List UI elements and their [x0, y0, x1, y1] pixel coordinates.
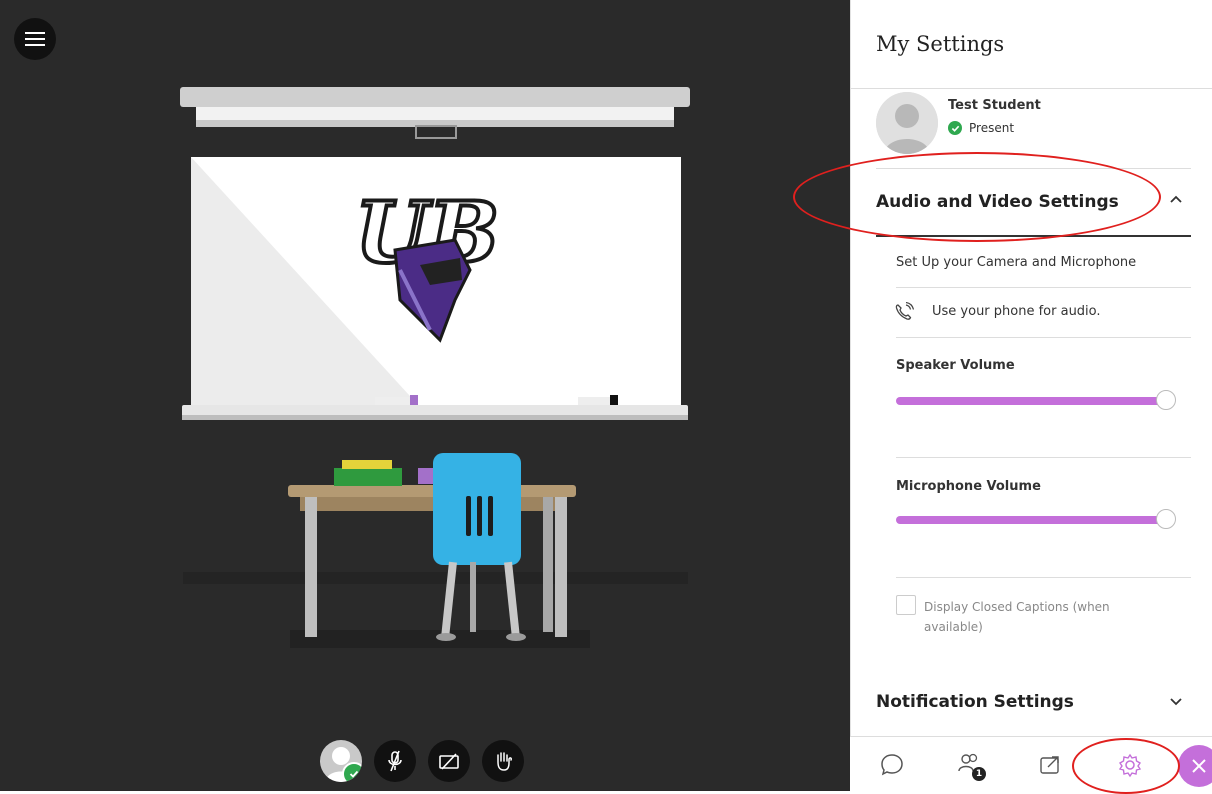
- chevron-down-icon[interactable]: [1169, 693, 1183, 712]
- notification-settings-header[interactable]: Notification Settings: [876, 692, 1074, 712]
- user-name: Test Student: [948, 98, 1041, 113]
- raise-hand-button[interactable]: [482, 740, 524, 782]
- speaker-volume-label: Speaker Volume: [896, 358, 1015, 373]
- divider: [896, 577, 1191, 578]
- close-panel-button[interactable]: [1178, 745, 1212, 787]
- main-stage: UB: [0, 0, 850, 791]
- microphone-volume-knob[interactable]: [1156, 509, 1176, 529]
- check-icon: [349, 770, 359, 778]
- session-controls: [320, 740, 524, 782]
- chevron-up-icon[interactable]: [1169, 192, 1183, 211]
- section-divider: [876, 235, 1191, 237]
- chat-icon: [881, 754, 903, 776]
- phone-icon: [894, 301, 915, 322]
- camera-off-icon: [439, 753, 459, 770]
- divider: [851, 88, 1212, 89]
- camera-button[interactable]: [428, 740, 470, 782]
- share-content-tab[interactable]: [1034, 749, 1066, 781]
- settings-panel: My Settings Test Student Present Audio a…: [850, 0, 1212, 791]
- panel-title: My Settings: [876, 32, 1005, 56]
- avatar: [876, 92, 938, 154]
- speaker-volume-fill: [896, 397, 1166, 405]
- user-icon: [876, 92, 938, 154]
- check-icon: [948, 121, 962, 135]
- closed-captions-checkbox[interactable]: [896, 595, 916, 615]
- microphone-muted-icon: [388, 750, 402, 772]
- speaker-volume-slider[interactable]: [896, 390, 1176, 412]
- chat-tab[interactable]: [876, 749, 908, 781]
- microphone-volume-label: Microphone Volume: [896, 479, 1041, 494]
- present-badge: [342, 762, 362, 782]
- attendees-tab[interactable]: 1: [954, 749, 986, 781]
- close-icon: [1192, 759, 1206, 773]
- hamburger-icon: [25, 32, 45, 46]
- classroom-illustration: UB: [180, 87, 690, 648]
- microphone-volume-fill: [896, 516, 1166, 524]
- microphone-volume-slider[interactable]: [896, 509, 1176, 531]
- raise-hand-icon: [497, 752, 512, 771]
- user-card: Test Student Present: [876, 92, 1041, 154]
- my-settings-tab[interactable]: [1114, 749, 1146, 781]
- collaborate-tabbar: 1: [850, 736, 1212, 792]
- microphone-button[interactable]: [374, 740, 416, 782]
- audio-video-settings-header[interactable]: Audio and Video Settings: [876, 192, 1119, 212]
- my-avatar-button[interactable]: [320, 740, 362, 782]
- divider: [896, 337, 1191, 338]
- closed-captions-label: Display Closed Captions (when available): [924, 600, 1110, 634]
- session-menu-button[interactable]: [14, 18, 56, 60]
- attendees-count-badge: 1: [972, 767, 986, 781]
- divider: [896, 457, 1191, 458]
- setup-camera-mic-link[interactable]: Set Up your Camera and Microphone: [896, 255, 1136, 270]
- gear-icon: [1118, 753, 1142, 778]
- divider: [896, 287, 1191, 288]
- speaker-volume-knob[interactable]: [1156, 390, 1176, 410]
- share-content-icon: [1040, 756, 1059, 774]
- divider: [876, 168, 1191, 169]
- presence-label: Present: [969, 121, 1015, 135]
- presence-status: Present: [948, 121, 1041, 135]
- phone-audio-link[interactable]: Use your phone for audio.: [932, 304, 1101, 319]
